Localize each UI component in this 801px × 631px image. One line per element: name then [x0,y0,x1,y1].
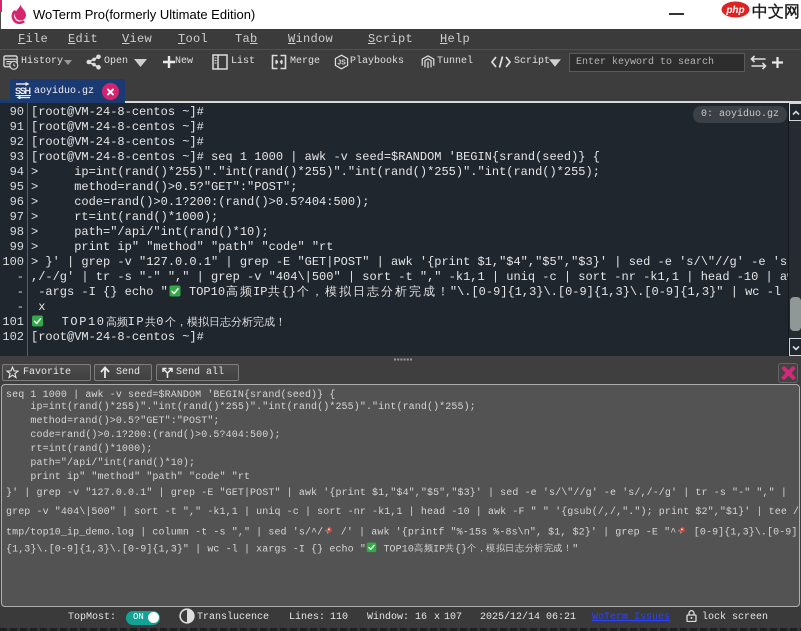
svg-text:php: php [725,5,744,16]
svg-text:JS: JS [337,60,346,67]
svg-text:SSH: SSH [15,86,31,96]
